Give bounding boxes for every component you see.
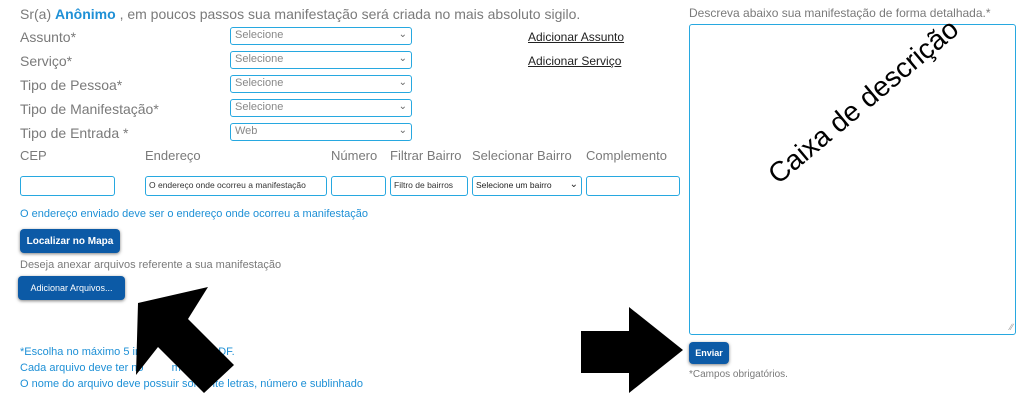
numero-input[interactable]	[331, 176, 386, 196]
tipo-manifestacao-value: Selecione	[235, 101, 284, 113]
cep-header: CEP	[20, 148, 47, 163]
selecionar-bairro-header: Selecionar Bairro	[472, 148, 572, 163]
numero-header: Número	[331, 148, 378, 163]
header-name: Anônimo	[55, 6, 116, 22]
complemento-header: Complemento	[586, 148, 667, 163]
header-suffix: , em poucos passos sua manifestação será…	[119, 6, 581, 22]
tipo-entrada-value: Web	[235, 125, 258, 137]
bairro-select[interactable]: Selecione um bairro ⌄	[472, 176, 582, 196]
adicionar-arquivos-button[interactable]: Adicionar Arquivos...	[18, 276, 125, 300]
description-textarea[interactable]: ∕∕	[689, 24, 1016, 335]
tipo-pessoa-value: Selecione	[235, 77, 284, 89]
chevron-down-icon: ⌄	[398, 53, 407, 64]
add-servico-link[interactable]: Adicionar Serviço	[528, 54, 621, 68]
chevron-down-icon: ⌄	[398, 77, 407, 88]
resize-handle-icon[interactable]: ∕∕	[1010, 322, 1013, 332]
chevron-down-icon: ⌄	[398, 125, 407, 136]
tipo-entrada-select[interactable]: Web ⌄	[230, 123, 412, 141]
endereco-header: Endereço	[145, 148, 201, 163]
assunto-select[interactable]: Selecione ⌄	[230, 27, 412, 45]
chevron-down-icon: ⌄	[569, 179, 578, 190]
tipo-entrada-label: Tipo de Entrada *	[20, 125, 129, 141]
filtro-placeholder: Filtro de bairros	[394, 180, 454, 190]
rule2-start: Cada arquivo deve ter no	[20, 362, 144, 374]
cep-input[interactable]	[20, 176, 115, 196]
servico-select[interactable]: Selecione ⌄	[230, 51, 412, 69]
rule1-start: *Escolha no máximo 5 im	[20, 346, 145, 358]
endereco-placeholder: O endereço onde ocorreu a manifestação	[149, 180, 306, 190]
complemento-input[interactable]	[586, 176, 680, 196]
enviar-button[interactable]: Enviar	[689, 342, 729, 364]
add-assunto-link[interactable]: Adicionar Assunto	[528, 30, 624, 44]
tipo-pessoa-select[interactable]: Selecione ⌄	[230, 75, 412, 93]
adicionar-arquivos-label: Adicionar Arquivos...	[30, 283, 113, 293]
address-note: O endereço enviado deve ser o endereço o…	[20, 208, 368, 220]
header-line: Sr(a) Anônimo , em poucos passos sua man…	[20, 6, 580, 22]
attach-prompt: Deseja anexar arquivos referente a sua m…	[20, 259, 282, 271]
tipo-manifestacao-label: Tipo de Manifestação*	[20, 101, 159, 117]
chevron-down-icon: ⌄	[398, 101, 407, 112]
tipo-pessoa-label: Tipo de Pessoa*	[20, 77, 123, 93]
enviar-label: Enviar	[695, 348, 723, 358]
assunto-value: Selecione	[235, 29, 284, 41]
filtro-bairro-input[interactable]: Filtro de bairros	[390, 176, 468, 196]
localizar-mapa-label: Localizar no Mapa	[26, 235, 114, 247]
chevron-down-icon: ⌄	[398, 29, 407, 40]
header-prefix: Sr(a)	[20, 6, 52, 22]
filtrar-bairro-header: Filtrar Bairro	[390, 148, 462, 163]
arrow-right-icon	[581, 307, 683, 393]
assunto-label: Assunto*	[20, 29, 77, 45]
servico-value: Selecione	[235, 53, 284, 65]
bairro-select-value: Selecione um bairro	[476, 180, 552, 190]
tipo-manifestacao-select[interactable]: Selecione ⌄	[230, 99, 412, 117]
required-note: *Campos obrigatórios.	[689, 369, 788, 380]
arrow-up-left-icon	[136, 287, 234, 393]
localizar-mapa-button[interactable]: Localizar no Mapa	[20, 229, 120, 253]
endereco-input[interactable]: O endereço onde ocorreu a manifestação	[145, 176, 327, 196]
servico-label: Serviço*	[20, 53, 73, 69]
